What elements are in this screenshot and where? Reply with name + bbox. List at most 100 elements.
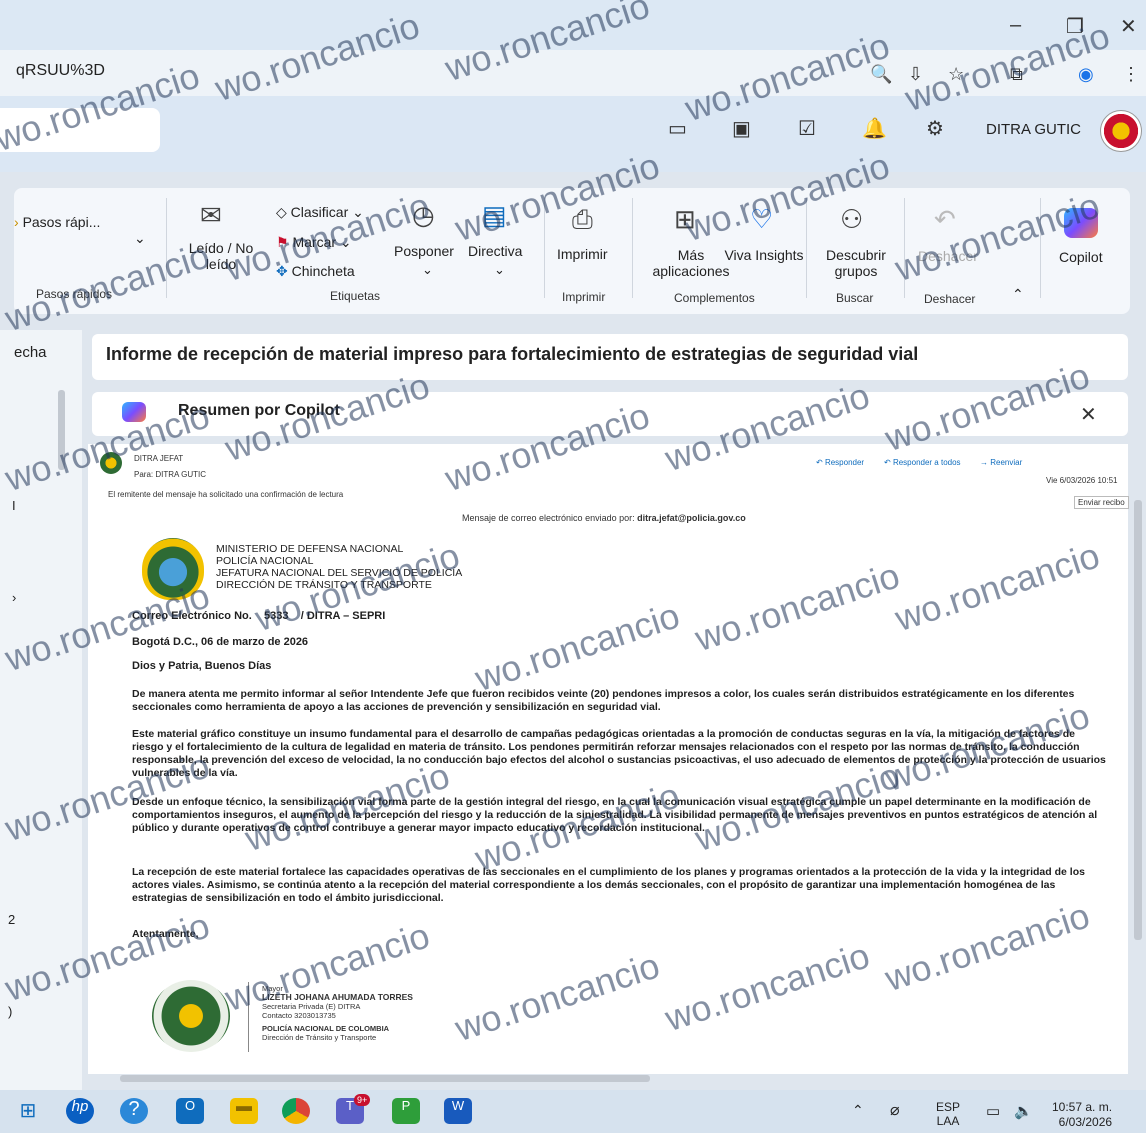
search-input[interactable] (0, 108, 160, 152)
list-item[interactable]: 2 (8, 912, 15, 927)
bell-icon[interactable]: 🔔 (862, 116, 887, 141)
copilot-button[interactable]: Copilot (1059, 249, 1103, 265)
install-app-icon[interactable]: ⇩ (908, 64, 923, 85)
policy-button[interactable]: Directiva (468, 243, 522, 259)
chrome-icon[interactable] (282, 1098, 310, 1124)
scrollbar[interactable] (58, 390, 65, 470)
email-datetime: Vie 6/03/2026 10:51 (1046, 476, 1118, 485)
list-item[interactable]: › (12, 590, 16, 605)
signature-block: Mayor LIZETH JOHANA AHUMADA TORRES Secre… (262, 984, 413, 1042)
star-icon[interactable]: ☆ (948, 64, 964, 85)
hp-icon[interactable]: hp (66, 1098, 94, 1124)
collapse-ribbon-icon[interactable]: ⌃ (1012, 286, 1024, 303)
outlook-header (0, 96, 1146, 172)
quick-steps-button[interactable]: › Pasos rápi... (14, 214, 100, 230)
language-indicator[interactable]: ESP LAA (936, 1100, 960, 1128)
envelope-icon: ✉ (200, 200, 222, 230)
sent-by-line: Mensaje de correo electrónico enviado po… (462, 513, 746, 523)
classify-button[interactable]: ◇ Clasificar ⌄ (276, 204, 364, 221)
group-label-addins: Complementos (674, 291, 755, 305)
pin-button[interactable]: ✥ Chincheta (276, 263, 355, 280)
pin-icon: ✥ (276, 263, 288, 279)
sort-date-label[interactable]: echa (14, 344, 47, 361)
postpone-button[interactable]: Posponer (394, 243, 454, 259)
todo-icon[interactable]: ☑ (798, 116, 816, 141)
restore-button[interactable]: ❐ (1066, 14, 1084, 39)
chevron-icon: › (14, 214, 19, 230)
url-text[interactable]: qRSUU%3D (16, 62, 105, 80)
volume-icon[interactable]: 🔈 (1014, 1102, 1033, 1120)
divider (248, 982, 249, 1052)
close-window-button[interactable]: ✕ (1120, 14, 1137, 39)
divider (166, 198, 167, 298)
forward-button[interactable]: → Reenviar (980, 458, 1022, 467)
display-icon[interactable]: ▭ (986, 1102, 1000, 1120)
profile-icon[interactable]: ◉ (1078, 64, 1094, 85)
meet-now-icon[interactable]: ▭ (668, 116, 687, 141)
paragraph-1: De manera atenta me permito informar al … (132, 688, 1075, 713)
network-icon[interactable]: ⌀ (890, 1100, 900, 1120)
minimize-button[interactable]: – (1010, 14, 1021, 37)
divider (806, 198, 807, 298)
print-button[interactable]: Imprimir (557, 246, 608, 262)
word-icon[interactable]: W (444, 1098, 472, 1124)
chevron-up-icon[interactable]: ⌃ (852, 1102, 864, 1119)
clock[interactable]: 10:57 a. m. 6/03/2026 (1052, 1100, 1112, 1130)
flag-button[interactable]: ⚑ Marcar ⌄ (276, 234, 352, 251)
send-receipt-button[interactable]: Enviar recibo (1074, 496, 1129, 509)
scrollbar[interactable] (1134, 500, 1142, 940)
more-menu-icon[interactable]: ⋮ (1122, 64, 1140, 85)
list-item[interactable]: I (12, 498, 16, 513)
viva-insights-button[interactable]: Viva Insights (718, 247, 810, 263)
taskbar (0, 1090, 1146, 1133)
sender-name: DITRA JEFAT (134, 454, 184, 463)
sender-avatar (100, 452, 122, 474)
zoom-icon[interactable]: 🔍 (870, 64, 892, 85)
divider (632, 198, 633, 298)
list-item[interactable]: ) (8, 1004, 12, 1019)
chevron-down-icon[interactable]: ⌄ (134, 230, 146, 247)
account-name[interactable]: DITRA GUTIC (986, 121, 1081, 138)
folder-icon[interactable]: ▬ (230, 1098, 258, 1124)
group-label-quick-steps: Pasos rápidos (36, 287, 113, 301)
outlook-icon[interactable]: O (176, 1098, 204, 1124)
group-label-print: Imprimir (562, 290, 606, 304)
undo-button[interactable]: Deshacer (918, 248, 978, 264)
divider (904, 198, 905, 298)
divider (544, 198, 545, 298)
notification-badge: 9+ (354, 1094, 371, 1106)
police-seal-logo (152, 980, 230, 1052)
viva-icon: ♡ (750, 204, 774, 234)
message-list-pane (0, 330, 82, 1090)
extensions-icon[interactable]: ⧉ (1010, 64, 1023, 85)
group-label-undo: Deshacer (924, 292, 976, 306)
discover-groups-button[interactable]: Descubrir grupos (816, 247, 896, 279)
paragraph-2: Este material gráfico constituye un insu… (132, 728, 1106, 779)
start-icon[interactable]: ⊞ (14, 1098, 42, 1124)
address-bar[interactable] (0, 50, 1146, 96)
chevron-down-icon[interactable]: ⌄ (494, 262, 505, 278)
tag-icon: ◇ (276, 204, 287, 220)
planner-icon[interactable]: P (392, 1098, 420, 1124)
gear-icon[interactable]: ⚙ (926, 116, 944, 141)
help-icon[interactable]: ? (120, 1098, 148, 1124)
reference-line: Correo Electrónico No. 5333 / DITRA – SE… (132, 610, 386, 622)
reply-button[interactable]: ↶ Responder (816, 458, 864, 467)
close-icon[interactable]: ✕ (1080, 402, 1097, 427)
printer-icon: ⎙ (572, 204, 593, 234)
divider (1040, 198, 1041, 298)
reply-all-button[interactable]: ↶ Responder a todos (884, 458, 961, 467)
read-unread-button[interactable]: Leído / No leído (178, 240, 264, 272)
copilot-icon (1064, 208, 1098, 238)
chevron-down-icon[interactable]: ⌄ (422, 262, 433, 278)
paragraph-4: La recepción de este material fortalece … (132, 866, 1085, 904)
letterhead: MINISTERIO DE DEFENSA NACIONAL POLICÍA N… (216, 543, 463, 591)
copilot-summary-label[interactable]: Resumen por Copilot (178, 402, 340, 420)
clock-icon: ◷ (412, 200, 435, 230)
email-subject: Informe de recepción de material impreso… (106, 344, 919, 364)
onenote-icon[interactable]: ▣ (732, 116, 751, 141)
greeting: Dios y Patria, Buenos Días (132, 660, 272, 672)
avatar[interactable] (1100, 110, 1142, 152)
horizontal-scrollbar[interactable] (120, 1075, 650, 1082)
closing: Atentamente, (132, 928, 199, 940)
